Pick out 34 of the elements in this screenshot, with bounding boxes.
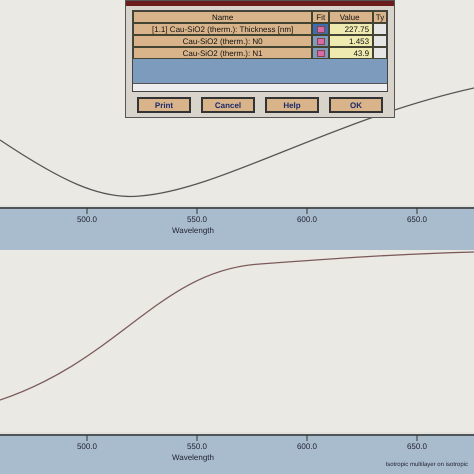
column-header[interactable]: Name (133, 11, 312, 23)
axis-label: Wavelength (172, 226, 214, 235)
tick-label: 600.0 (296, 442, 318, 451)
checkbox-icon[interactable] (316, 26, 325, 32)
table-cell[interactable]: 227.75 (329, 23, 374, 35)
axis-label: Wavelength (172, 453, 214, 462)
horizontal-scrollbar[interactable] (133, 83, 387, 91)
table-cell[interactable]: 1.453 (329, 35, 374, 47)
table-cell (373, 23, 387, 35)
tick-label: 500.0 (76, 215, 98, 224)
fit-cell[interactable] (312, 35, 330, 47)
dialog-button[interactable]: Print (137, 97, 191, 113)
table-cell (373, 35, 387, 47)
column-header[interactable]: Ty (373, 11, 387, 23)
fit-cell[interactable] (312, 23, 330, 35)
tick-label: 500.0 (76, 442, 98, 451)
dialog-button[interactable]: Cancel (201, 97, 255, 113)
fit-cell[interactable] (312, 47, 330, 59)
checkbox-icon[interactable] (316, 50, 325, 56)
checkbox-icon[interactable] (316, 38, 325, 44)
table-cell: Cau-SiO2 (therm.): N1 (133, 47, 312, 59)
tick-label: 650.0 (406, 442, 428, 451)
table-cell (373, 47, 387, 59)
table-cell: [1.1] Cau-SiO2 (therm.): Thickness [nm] (133, 23, 312, 35)
tick-label: 550.0 (186, 442, 208, 451)
dialog-button[interactable]: OK (329, 97, 383, 113)
table-cell[interactable]: 43.9 (329, 47, 374, 59)
column-header[interactable]: Fit (312, 11, 330, 23)
column-header[interactable]: Value (329, 11, 374, 23)
dialog-button[interactable]: Help (265, 97, 319, 113)
table-cell: Cau-SiO2 (therm.): N0 (133, 35, 312, 47)
tick-label: 550.0 (186, 215, 208, 224)
tick-label: 650.0 (406, 215, 428, 224)
tick-label: 600.0 (296, 215, 318, 224)
